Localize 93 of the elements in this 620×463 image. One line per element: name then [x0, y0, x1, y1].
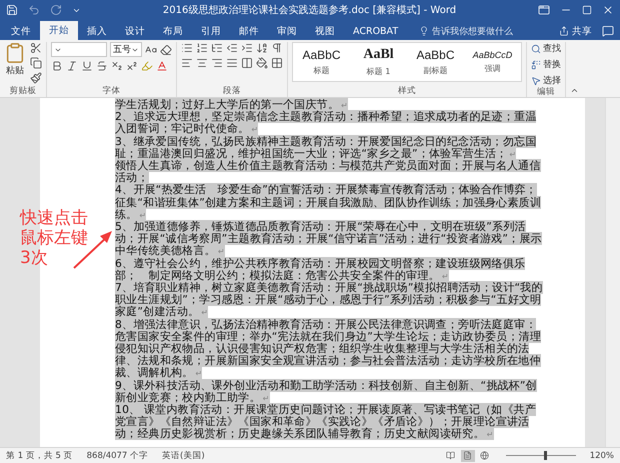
clipboard-icon[interactable] [4, 42, 26, 64]
align-center-icon[interactable] [196, 57, 208, 69]
close-icon[interactable] [602, 4, 614, 16]
ribbon-tab[interactable]: 文件 [2, 22, 40, 40]
document-paragraph: 2、追求远大理想，坚定崇高信念主题教育活动：播种希望；追求成功者的足迹；重温入团誓词；牢记时代使命。 ↵ [115, 111, 538, 136]
borders-icon[interactable] [271, 57, 283, 69]
group-label: 剪贴板 [8, 86, 38, 97]
italic-icon[interactable] [66, 60, 78, 72]
scissors-icon[interactable] [30, 42, 42, 54]
subscript-icon[interactable] [111, 60, 123, 72]
document-paragraph: 3、继承爱国传统，弘扬民族精神主题教育活动：开展爱国纪念日的纪念活动；勿忘国耻；重温港澳回归盛况，维护祖国统一大业；评选“家乡之最”；体验军营生活； ↵ [115, 136, 538, 160]
document-paragraph: 9、课外科技活动、课外创业活动和勤工助学活动：科技创新、自主创新、“挑战杯”创新创业竞赛；校内勤工助学。 ↵ [115, 380, 538, 404]
group-label: 字体 [102, 86, 122, 97]
document-paragraph: 7、培育职业精神，树立家庭美德教育活动：开展“挑战职场”模拟招聘活动；设计“我的职业生涯规划”；学习感恩：开展“感动于心，感恩于行”系列活动；积极参与“五好文明家庭”创建活动。 ↵ [115, 282, 544, 318]
group-label: 样式 [397, 86, 417, 97]
document-paragraph: 5、加强道德修养，锤炼道德品质教育活动：开展“荣辱在心中，文明在班级”系列活动；开展“诚信考察周”主题教育活动；开展“信守诺言”活动；进行“投资者游戏”；展示中华传统美德格言。 ↵ [115, 221, 543, 258]
bold-icon[interactable] [51, 60, 63, 72]
zoom-level[interactable]: 120% [590, 450, 614, 460]
style-preview[interactable]: AaBbCcD [472, 50, 512, 60]
share-button[interactable]: 共享 [553, 22, 598, 40]
group-label: 段落 [222, 86, 242, 97]
paste-button[interactable]: 粘贴 [4, 42, 26, 86]
print-view-icon[interactable] [463, 451, 472, 460]
ribbon-tab[interactable]: 插入 [78, 22, 116, 40]
view-button[interactable] [460, 450, 475, 462]
ribbon-display-icon[interactable] [538, 4, 550, 16]
superscript-icon[interactable] [126, 60, 138, 72]
style-name[interactable]: 标题 [314, 65, 330, 76]
document-paragraph: 8、增强法律意识，弘扬法治精神教育活动：开展公民法律意识调查；旁听法庭庭审：危害国家安全案件的审理；举办“宪法就在我们身边”大学生论坛；走访政协委员；清理侵犯知识产权物品，认识侵害知识产权危害；组织学生收集整理与大学生活相关的法律、法规和条规；开展新国家安全观宣讲活动；参与社会普法活动；走访学校所在地仲裁、调解机构。 ↵ [115, 318, 542, 380]
undo-icon[interactable] [28, 4, 40, 16]
copy-icon[interactable] [30, 57, 42, 69]
strikethrough-icon[interactable] [96, 60, 108, 72]
style-name[interactable]: 标题 1 [366, 66, 390, 77]
document-paragraph: 4、开展“热爱生活 珍爱生命”的宣誓活动：开展禁毒宣传教育活动；体验合作博弈；征集“和谐班集体”创建方案和主题词；开展自我激励、团队协作训练；加强身心素质训练。 ↵ [115, 184, 542, 221]
ribbon-tab[interactable]: 布局 [154, 22, 192, 40]
numbering-icon[interactable] [196, 42, 208, 54]
ribbon-tab[interactable]: 设计 [116, 22, 154, 40]
font-color-icon[interactable] [156, 60, 168, 72]
editing-button[interactable]: 选择 [531, 74, 561, 87]
style-name[interactable]: 强调 [484, 63, 500, 74]
find-icon[interactable] [531, 44, 541, 54]
document-paragraph: 6、遵守社会公约，维护公共秩序教育活动：开展校园文明督察；建设班级网络俱乐部； 制定网络文明公约；模拟法庭：危害公共安全案件的审理。 ↵ [115, 258, 526, 282]
select-icon[interactable] [531, 76, 541, 86]
decrease-indent-icon[interactable] [226, 42, 238, 54]
save-icon[interactable] [6, 4, 18, 16]
pilcrow-icon[interactable] [271, 42, 283, 54]
zoom-thumb[interactable] [544, 451, 548, 460]
ribbon-tab[interactable]: 邮件 [230, 22, 268, 40]
ribbon-tab[interactable]: 视图 [306, 22, 344, 40]
editing-button[interactable]: 替换 [531, 58, 561, 71]
style-preview[interactable]: AaBl [363, 47, 394, 63]
sort-icon[interactable] [256, 42, 268, 54]
increase-indent-icon[interactable] [241, 42, 253, 54]
scrollbar[interactable] [605, 98, 620, 447]
underline-icon[interactable] [81, 60, 93, 72]
web-view-icon[interactable] [480, 451, 490, 460]
page-count[interactable]: 第 1 页，共 5 页 [6, 450, 73, 462]
multilevel-list-icon[interactable] [211, 42, 223, 54]
format-painter-icon[interactable] [30, 72, 42, 84]
style-name[interactable]: 副标题 [424, 65, 448, 76]
share-icon[interactable] [559, 26, 569, 36]
window-title: 2016级思想政治理论课社会实践选题参考.doc [兼容模式] - Word [162, 4, 458, 17]
document-paragraph: 10、 课堂内教育活动：开展课堂历史问题讨论；开展读原著、写读书笔记（如《共产党宣言》《自然辩证法》《国家和革命》《实践论》《矛盾论》）；开展理论宣讲活动；经典历史影视赏析；历史趣缘关系团队辅导教育；历史文献阅读研究。 ↵ [115, 404, 537, 441]
columns-icon[interactable] [241, 57, 253, 69]
annotation-text: 快速点击 鼠标左键 3次 [20, 208, 88, 268]
font-size-field[interactable]: 五号 [110, 42, 142, 57]
word-count[interactable]: 868/4077 个字 [86, 450, 148, 462]
comment-icon[interactable] [602, 25, 614, 37]
tell-me-field[interactable]: 告诉我你想要做什么 [419, 22, 514, 40]
maximize-icon[interactable] [582, 5, 592, 15]
font-name-field[interactable] [51, 42, 107, 57]
align-right-icon[interactable] [211, 57, 223, 69]
style-preview[interactable]: AaBbC [302, 48, 341, 62]
collapse-ribbon-icon[interactable] [570, 86, 579, 95]
document-paragraph: 领悟人生真谛，创造人生价值主题教育活动：与模范共产党员面对面；开展与名人通信活动； [115, 160, 542, 184]
shading-icon[interactable] [256, 57, 268, 69]
change-case-icon[interactable] [145, 44, 157, 56]
document-paragraph: 学生活规划；过好上大学后的第一个国庆节。 ↵ [115, 99, 349, 111]
justify-icon[interactable] [226, 57, 238, 69]
redo-icon[interactable] [50, 4, 62, 16]
ribbon-tab[interactable]: 引用 [192, 22, 230, 40]
editing-button[interactable]: 查找 [531, 42, 561, 55]
language[interactable]: 英语(美国) [162, 450, 205, 462]
lightbulb-icon[interactable] [419, 26, 430, 36]
group-label: 编辑 [536, 87, 556, 98]
align-left-icon[interactable] [181, 57, 193, 69]
ribbon-tab[interactable]: ACROBAT [344, 22, 408, 40]
read-view-icon[interactable] [446, 451, 456, 460]
ribbon-tab[interactable]: 审阅 [268, 22, 306, 40]
clear-format-icon[interactable] [160, 44, 172, 56]
arrow-icon [72, 228, 114, 270]
style-preview[interactable]: AaBbC [416, 48, 455, 62]
ribbon-tab[interactable]: 开始 [40, 21, 78, 40]
